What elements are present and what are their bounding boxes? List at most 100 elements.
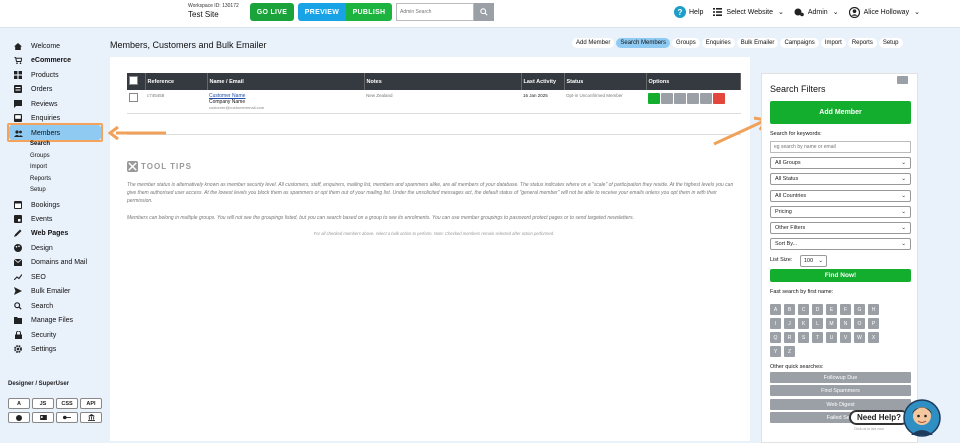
delete-member-button[interactable] xyxy=(713,93,725,104)
tab-bulk-emailer[interactable]: Bulk Emailer xyxy=(736,38,779,48)
dev-button-css[interactable]: CSS xyxy=(56,398,78,409)
sidebar-item-settings[interactable]: Settings xyxy=(13,343,56,355)
letter-button-k[interactable]: K xyxy=(798,318,809,329)
sidebar-item-orders[interactable]: Orders xyxy=(13,83,52,95)
go-live-button[interactable]: GO LIVE xyxy=(250,3,294,21)
letter-button-j[interactable]: J xyxy=(784,318,795,329)
letter-button-n[interactable]: N xyxy=(840,318,851,329)
letter-button-z[interactable]: Z xyxy=(784,346,795,357)
email-member-button[interactable] xyxy=(700,93,712,104)
notes-member-button[interactable] xyxy=(674,93,686,104)
admin-search-input[interactable] xyxy=(396,3,474,21)
letter-button-f[interactable]: F xyxy=(840,304,851,315)
dev-button-a[interactable]: A xyxy=(8,398,30,409)
login-as-member-button[interactable] xyxy=(648,93,660,104)
letter-button-v[interactable]: V xyxy=(840,332,851,343)
letter-button-m[interactable]: M xyxy=(826,318,837,329)
letter-button-u[interactable]: U xyxy=(826,332,837,343)
dev-button-js[interactable]: JS xyxy=(32,398,54,409)
other-filters-select[interactable]: Other Filters ⌄ xyxy=(770,222,911,234)
sidebar-item-events[interactable]: Events xyxy=(13,213,52,225)
pricing-select[interactable]: Pricing ⌄ xyxy=(770,206,911,218)
tab-add-member[interactable]: Add Member xyxy=(572,38,615,48)
sidebar-sub-setup[interactable]: Setup xyxy=(30,187,46,193)
sidebar-sub-search[interactable]: Search xyxy=(30,141,50,147)
letter-button-y[interactable]: Y xyxy=(770,346,781,357)
sidebar-item-ecommerce[interactable]: eCommerce xyxy=(13,54,71,66)
dev-button-palette[interactable] xyxy=(8,412,30,423)
need-help-button[interactable]: Need Help? xyxy=(849,410,909,425)
tab-import[interactable]: Import xyxy=(820,38,846,48)
sidebar-sub-groups[interactable]: Groups xyxy=(30,153,50,159)
sidebar-item-manage-files[interactable]: Manage Files xyxy=(13,314,73,326)
sidebar-item-welcome[interactable]: Welcome xyxy=(13,40,60,52)
table-header-row: Reference Name / Email Notes Last Activi… xyxy=(127,73,741,90)
list-size-select[interactable]: 100 ⌄ xyxy=(800,255,827,267)
support-avatar-icon[interactable] xyxy=(903,399,941,437)
dev-button-bank[interactable] xyxy=(80,412,102,423)
web-digest-button[interactable]: Web Digest xyxy=(770,399,911,410)
letter-button-h[interactable]: H xyxy=(868,304,879,315)
sidebar-item-search[interactable]: Search xyxy=(13,300,53,312)
letter-button-p[interactable]: P xyxy=(868,318,879,329)
sidebar-item-domains[interactable]: Domains and Mail xyxy=(13,256,87,268)
letter-button-r[interactable]: R xyxy=(784,332,795,343)
letter-button-s[interactable]: S xyxy=(798,332,809,343)
letter-button-b[interactable]: B xyxy=(784,304,795,315)
status-select[interactable]: All Status ⌄ xyxy=(770,173,911,185)
sidebar-item-seo[interactable]: SEO xyxy=(13,271,46,283)
dev-button-key[interactable] xyxy=(56,412,78,423)
tab-enquiries[interactable]: Enquiries xyxy=(701,38,735,48)
sidebar-item-bulk-emailer[interactable]: Bulk Emailer xyxy=(13,285,70,297)
letter-button-g[interactable]: G xyxy=(854,304,865,315)
row-checkbox[interactable] xyxy=(129,93,138,102)
preview-button[interactable]: PREVIEW xyxy=(298,3,346,21)
letter-button-l[interactable]: L xyxy=(812,318,823,329)
edit-member-button[interactable] xyxy=(661,93,673,104)
find-spammers-button[interactable]: Find Spammers xyxy=(770,385,911,396)
help-link[interactable]: ? Help xyxy=(674,6,703,18)
followup-due-button[interactable]: Followup Due xyxy=(770,372,911,383)
keywords-input[interactable] xyxy=(770,141,911,153)
sidebar-item-bookings[interactable]: Bookings xyxy=(13,199,60,211)
find-now-button[interactable]: Find Now! xyxy=(770,269,911,282)
letter-button-q[interactable]: Q xyxy=(770,332,781,343)
letter-button-x[interactable]: X xyxy=(868,332,879,343)
tab-setup[interactable]: Setup xyxy=(878,38,903,48)
admin-search-button[interactable] xyxy=(474,3,494,21)
sidebar-item-products[interactable]: Products xyxy=(13,69,59,81)
publish-button[interactable]: PUBLISH xyxy=(346,3,392,21)
select-website-menu[interactable]: Select Website ⌄ xyxy=(713,8,784,16)
sidebar-item-design[interactable]: Design xyxy=(13,242,53,254)
sidebar-sub-reports[interactable]: Reports xyxy=(30,176,51,182)
select-all-checkbox[interactable] xyxy=(129,76,138,85)
history-member-button[interactable] xyxy=(687,93,699,104)
letter-button-a[interactable]: A xyxy=(770,304,781,315)
countries-select[interactable]: All Countries ⌄ xyxy=(770,190,911,202)
dev-button-id-card[interactable] xyxy=(32,412,54,423)
letter-button-w[interactable]: W xyxy=(854,332,865,343)
sidebar-item-security[interactable]: Security xyxy=(13,329,56,341)
user-menu[interactable]: Alice Holloway ⌄ xyxy=(848,6,920,18)
sort-by-select[interactable]: Sort By... ⌄ xyxy=(770,238,911,250)
sidebar-sub-import[interactable]: Import xyxy=(30,164,47,170)
letter-button-d[interactable]: D xyxy=(812,304,823,315)
add-member-button[interactable]: Add Member xyxy=(770,101,911,124)
letter-button-i[interactable]: I xyxy=(770,318,781,329)
sidebar-item-members[interactable]: Members xyxy=(13,127,60,139)
tab-campaigns[interactable]: Campaigns xyxy=(780,38,819,48)
tab-search-members[interactable]: Search Members xyxy=(616,38,671,48)
letter-button-t[interactable]: T xyxy=(812,332,823,343)
letter-button-o[interactable]: O xyxy=(854,318,865,329)
collapse-filters-button[interactable] xyxy=(897,76,908,84)
sidebar-item-reviews[interactable]: Reviews xyxy=(13,98,57,110)
letter-button-c[interactable]: C xyxy=(798,304,809,315)
sidebar-item-webpages[interactable]: Web Pages xyxy=(13,227,68,239)
tab-reports[interactable]: Reports xyxy=(847,38,877,48)
dev-button-api[interactable]: API xyxy=(80,398,102,409)
letter-button-e[interactable]: E xyxy=(826,304,837,315)
admin-menu[interactable]: Admin ⌄ xyxy=(794,7,839,17)
search-filters-panel: Search Filters Add Member Search for key… xyxy=(761,73,918,443)
groups-select[interactable]: All Groups ⌄ xyxy=(770,157,911,169)
tab-groups[interactable]: Groups xyxy=(672,38,700,48)
